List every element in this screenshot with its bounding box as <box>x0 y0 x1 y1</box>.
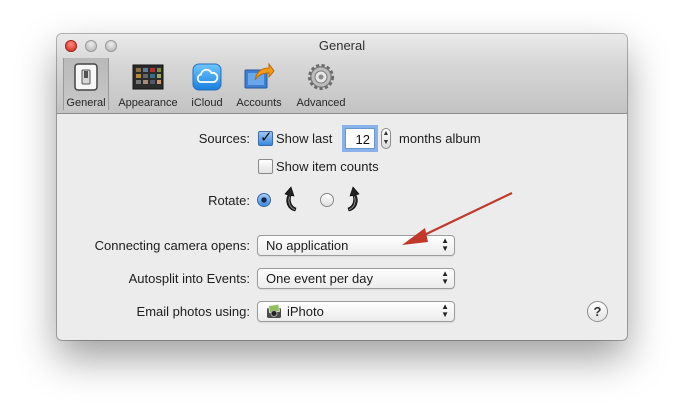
annotation-arrow-line <box>419 192 513 238</box>
annotation-arrow-head <box>402 228 428 245</box>
annotation-arrow <box>402 192 513 245</box>
